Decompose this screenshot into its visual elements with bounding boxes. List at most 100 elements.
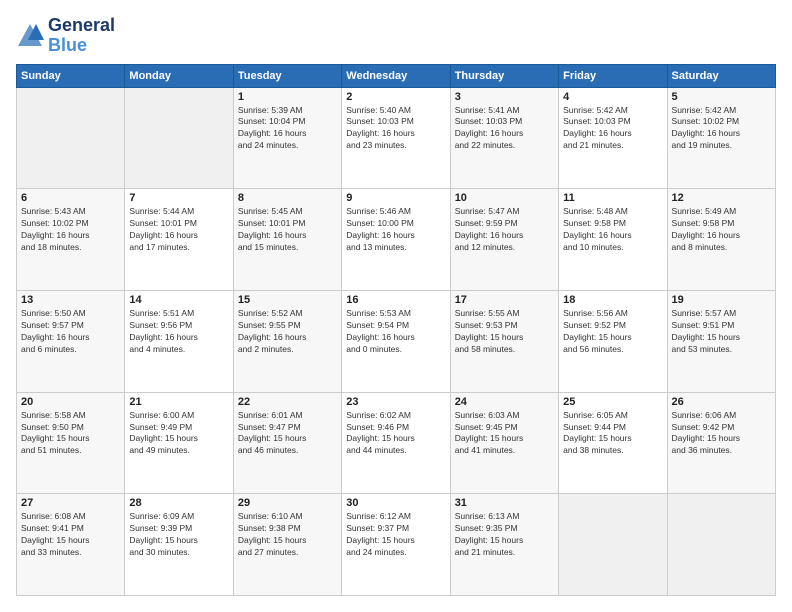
page-header: General Blue xyxy=(16,16,776,56)
calendar-cell: 21Sunrise: 6:00 AMSunset: 9:49 PMDayligh… xyxy=(125,392,233,494)
calendar-week-row: 6Sunrise: 5:43 AMSunset: 10:02 PMDayligh… xyxy=(17,189,776,291)
cell-text: and 22 minutes. xyxy=(455,140,554,152)
calendar-week-row: 27Sunrise: 6:08 AMSunset: 9:41 PMDayligh… xyxy=(17,494,776,596)
cell-text: Daylight: 16 hours xyxy=(346,128,445,140)
cell-text: Daylight: 15 hours xyxy=(455,433,554,445)
day-header: Friday xyxy=(559,64,667,87)
cell-text: Sunset: 9:46 PM xyxy=(346,422,445,434)
calendar-cell xyxy=(125,87,233,189)
calendar-cell: 10Sunrise: 5:47 AMSunset: 9:59 PMDayligh… xyxy=(450,189,558,291)
cell-text: Sunrise: 5:58 AM xyxy=(21,410,120,422)
calendar-cell: 18Sunrise: 5:56 AMSunset: 9:52 PMDayligh… xyxy=(559,290,667,392)
day-number: 7 xyxy=(129,192,228,204)
cell-text: Daylight: 16 hours xyxy=(129,230,228,242)
calendar-cell: 22 Sunrise: 6:01 AMSunset: 9:47 PMDayligh… xyxy=(233,392,341,494)
cell-text: Daylight: 15 hours xyxy=(455,535,554,547)
cell-text: and 24 minutes. xyxy=(346,547,445,559)
day-number: 8 xyxy=(238,192,337,204)
cell-text: Sunset: 10:03 PM xyxy=(563,116,662,128)
cell-text: Sunset: 9:57 PM xyxy=(21,320,120,332)
cell-text: Daylight: 15 hours xyxy=(21,433,120,445)
day-number: 12 xyxy=(672,192,771,204)
cell-text: Sunset: 10:00 PM xyxy=(346,218,445,230)
cell-text: and 58 minutes. xyxy=(455,344,554,356)
cell-text: Sunrise: 6:01 AM xyxy=(238,410,337,422)
cell-text: Sunset: 10:01 PM xyxy=(129,218,228,230)
cell-text: and 27 minutes. xyxy=(238,547,337,559)
day-number: 22 xyxy=(238,396,337,408)
cell-text: and 36 minutes. xyxy=(672,445,771,457)
cell-text: Sunrise: 6:03 AM xyxy=(455,410,554,422)
cell-text: Sunrise: 6:08 AM xyxy=(21,511,120,523)
cell-text: and 4 minutes. xyxy=(129,344,228,356)
day-header: Saturday xyxy=(667,64,775,87)
cell-text: and 0 minutes. xyxy=(346,344,445,356)
cell-text: Daylight: 15 hours xyxy=(563,332,662,344)
cell-text: Sunrise: 5:53 AM xyxy=(346,308,445,320)
cell-text: Sunset: 9:39 PM xyxy=(129,523,228,535)
cell-text: and 17 minutes. xyxy=(129,242,228,254)
logo: General Blue xyxy=(16,16,115,56)
calendar-cell: 12Sunrise: 5:49 AMSunset: 9:58 PMDayligh… xyxy=(667,189,775,291)
cell-text: Daylight: 16 hours xyxy=(129,332,228,344)
cell-text: and 49 minutes. xyxy=(129,445,228,457)
cell-text: Daylight: 16 hours xyxy=(563,230,662,242)
cell-text: Daylight: 16 hours xyxy=(238,230,337,242)
day-number: 21 xyxy=(129,396,228,408)
cell-text: Daylight: 15 hours xyxy=(238,433,337,445)
day-number: 27 xyxy=(21,497,120,509)
day-number: 23 xyxy=(346,396,445,408)
cell-text: Sunrise: 5:47 AM xyxy=(455,206,554,218)
cell-text: Sunset: 9:59 PM xyxy=(455,218,554,230)
day-number: 25 xyxy=(563,396,662,408)
calendar-cell: 23Sunrise: 6:02 AMSunset: 9:46 PMDayligh… xyxy=(342,392,450,494)
cell-text: Daylight: 16 hours xyxy=(563,128,662,140)
cell-text: Sunrise: 5:51 AM xyxy=(129,308,228,320)
calendar-cell: 28Sunrise: 6:09 AMSunset: 9:39 PMDayligh… xyxy=(125,494,233,596)
cell-text: Sunrise: 5:45 AM xyxy=(238,206,337,218)
cell-text: Sunrise: 6:10 AM xyxy=(238,511,337,523)
cell-text: and 19 minutes. xyxy=(672,140,771,152)
cell-text: Sunset: 9:54 PM xyxy=(346,320,445,332)
calendar-cell: 8Sunrise: 5:45 AMSunset: 10:01 PMDayligh… xyxy=(233,189,341,291)
calendar-cell: 16Sunrise: 5:53 AMSunset: 9:54 PMDayligh… xyxy=(342,290,450,392)
calendar-cell: 17Sunrise: 5:55 AMSunset: 9:53 PMDayligh… xyxy=(450,290,558,392)
cell-text: and 46 minutes. xyxy=(238,445,337,457)
cell-text: Sunset: 9:35 PM xyxy=(455,523,554,535)
cell-text: Sunset: 9:37 PM xyxy=(346,523,445,535)
calendar-table: SundayMondayTuesdayWednesdayThursdayFrid… xyxy=(16,64,776,596)
cell-text: Daylight: 16 hours xyxy=(672,128,771,140)
cell-text: Sunrise: 5:43 AM xyxy=(21,206,120,218)
calendar-header-row: SundayMondayTuesdayWednesdayThursdayFrid… xyxy=(17,64,776,87)
cell-text: Sunset: 9:47 PM xyxy=(238,422,337,434)
calendar-cell: 4Sunrise: 5:42 AMSunset: 10:03 PMDayligh… xyxy=(559,87,667,189)
calendar-cell xyxy=(559,494,667,596)
cell-text: Daylight: 15 hours xyxy=(455,332,554,344)
cell-text: Sunrise: 5:57 AM xyxy=(672,308,771,320)
cell-text: Sunset: 9:38 PM xyxy=(238,523,337,535)
cell-text: Daylight: 16 hours xyxy=(21,230,120,242)
cell-text: Sunset: 9:55 PM xyxy=(238,320,337,332)
day-number: 2 xyxy=(346,91,445,103)
cell-text: Sunset: 10:04 PM xyxy=(238,116,337,128)
cell-text: Daylight: 15 hours xyxy=(563,433,662,445)
day-number: 24 xyxy=(455,396,554,408)
day-number: 15 xyxy=(238,294,337,306)
cell-text: and 33 minutes. xyxy=(21,547,120,559)
day-number: 18 xyxy=(563,294,662,306)
cell-text: Sunrise: 5:55 AM xyxy=(455,308,554,320)
cell-text: Sunset: 9:52 PM xyxy=(563,320,662,332)
calendar-cell: 2Sunrise: 5:40 AMSunset: 10:03 PMDayligh… xyxy=(342,87,450,189)
calendar-cell: 7 Sunrise: 5:44 AMSunset: 10:01 PMDayligh… xyxy=(125,189,233,291)
day-header: Thursday xyxy=(450,64,558,87)
calendar-week-row: 20Sunrise: 5:58 AMSunset: 9:50 PMDayligh… xyxy=(17,392,776,494)
day-number: 10 xyxy=(455,192,554,204)
cell-text: and 56 minutes. xyxy=(563,344,662,356)
day-header: Sunday xyxy=(17,64,125,87)
day-number: 26 xyxy=(672,396,771,408)
day-number: 1 xyxy=(238,91,337,103)
cell-text: Sunset: 9:50 PM xyxy=(21,422,120,434)
day-number: 29 xyxy=(238,497,337,509)
day-number: 30 xyxy=(346,497,445,509)
cell-text: Sunrise: 5:44 AM xyxy=(129,206,228,218)
